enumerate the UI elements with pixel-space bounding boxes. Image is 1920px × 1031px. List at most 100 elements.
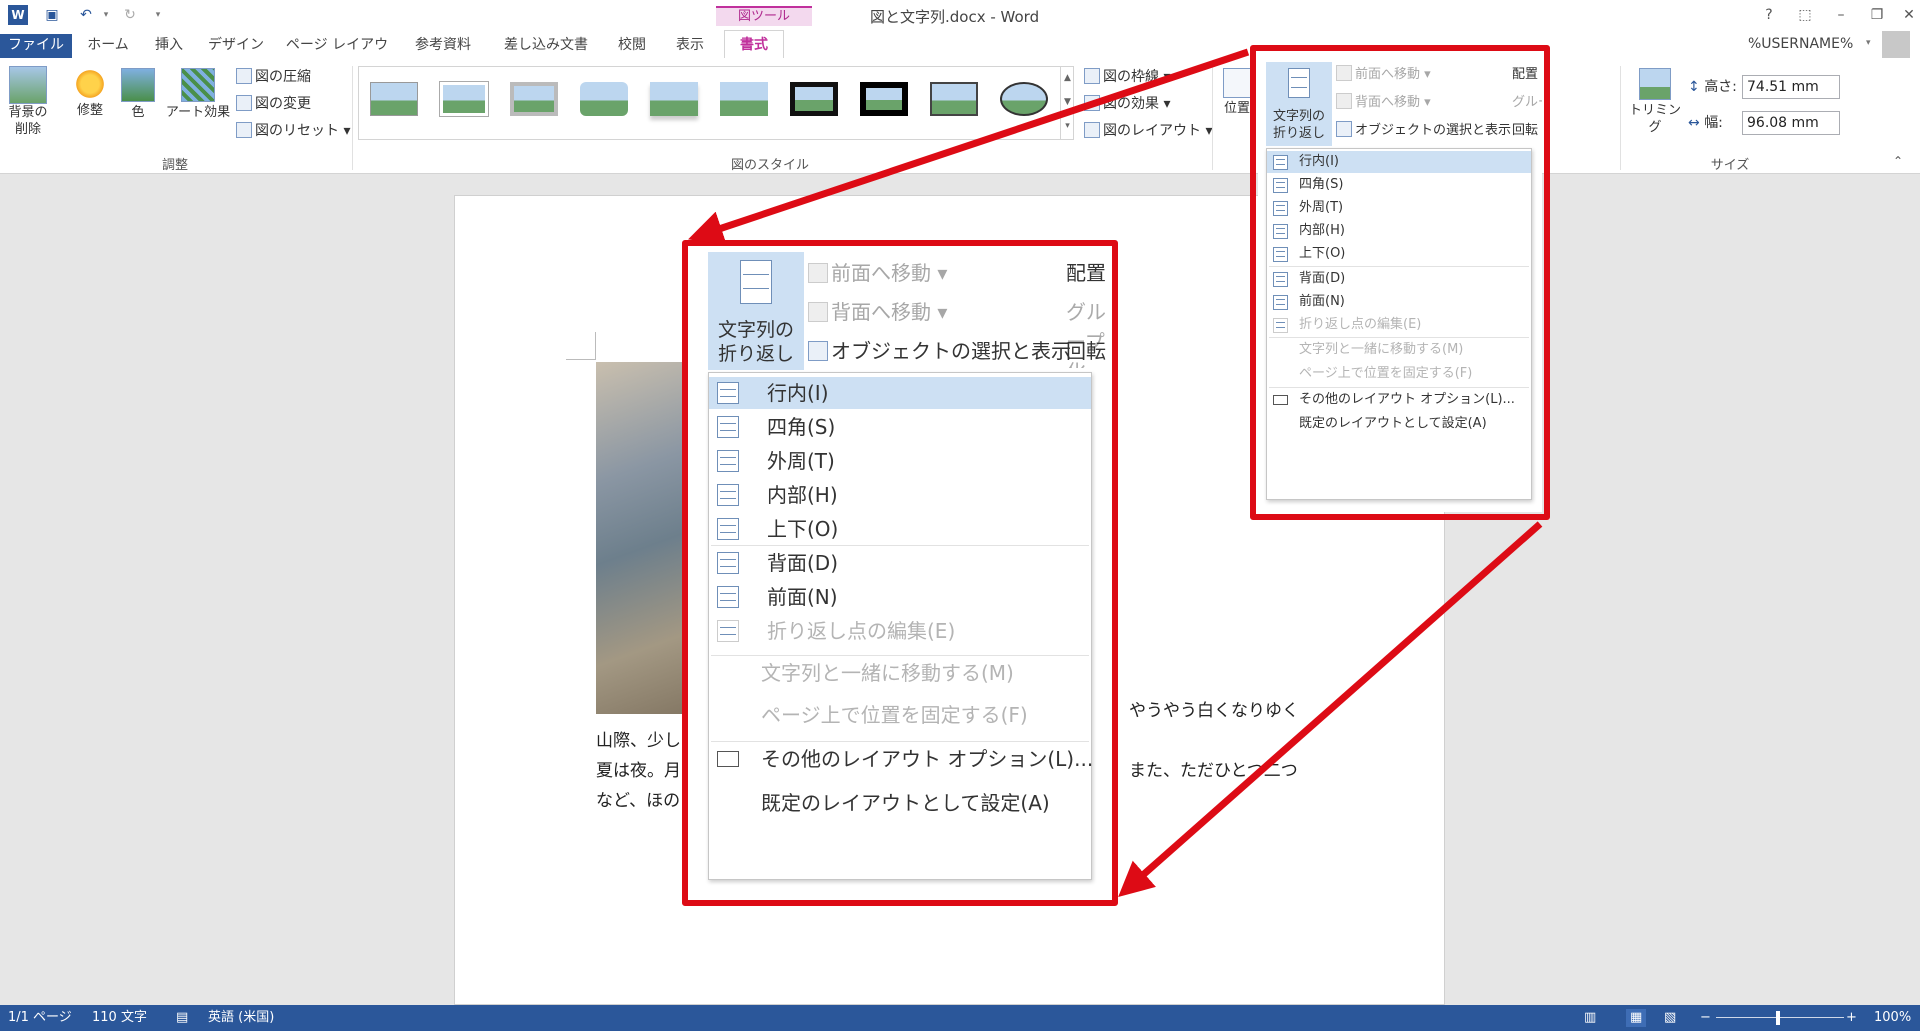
word-count[interactable]: 110 文字	[92, 1009, 147, 1027]
close-icon[interactable]: ✕	[1898, 5, 1920, 25]
collapse-ribbon-icon[interactable]: ⌃	[1893, 154, 1903, 168]
picture-border-icon	[1084, 68, 1100, 84]
style-thumbnail[interactable]	[510, 82, 558, 116]
zoom-level[interactable]: 100%	[1874, 1009, 1911, 1027]
width-input[interactable]: 96.08 mm	[1742, 111, 1840, 135]
width-label: ↔ 幅:	[1688, 112, 1723, 134]
style-thumbnail[interactable]	[650, 82, 698, 116]
margin-marker	[566, 332, 596, 360]
position-label: 位置	[1223, 101, 1250, 116]
reset-picture-button[interactable]: 図のリセット ▾	[236, 120, 350, 142]
style-thumbnail[interactable]	[370, 82, 418, 116]
adjust-group-label: 調整	[161, 158, 188, 173]
document-text-line: 山際、少し	[596, 731, 681, 751]
help-icon[interactable]: ?	[1758, 5, 1780, 25]
style-thumbnail[interactable]	[930, 82, 978, 116]
tab-insert[interactable]: 挿入	[144, 34, 194, 58]
tab-page-layout[interactable]: ページ レイアウト	[280, 34, 394, 75]
document-text-line: 。やうやう白くなりゆく	[1112, 701, 1299, 721]
compress-pictures-button[interactable]: 図の圧縮	[236, 66, 311, 88]
artistic-effects-icon	[181, 68, 215, 102]
picture-border-button[interactable]: 図の枠線 ▾	[1084, 66, 1170, 88]
style-thumbnail[interactable]	[860, 82, 908, 116]
size-group-label: サイズ	[1710, 158, 1750, 173]
style-thumbnail[interactable]	[720, 82, 768, 116]
change-picture-label: 図の変更	[255, 96, 311, 112]
color-label: 色	[131, 105, 145, 120]
style-thumbnail[interactable]	[440, 82, 488, 116]
crop-button[interactable]: トリミング	[1628, 66, 1682, 146]
read-mode-icon[interactable]: ▥	[1584, 1009, 1596, 1027]
height-label-text: 高さ:	[1704, 79, 1737, 95]
change-picture-icon	[236, 95, 252, 111]
tab-home[interactable]: ホーム	[78, 34, 138, 58]
tab-review[interactable]: 校閲	[608, 34, 656, 58]
remove-background-button[interactable]: 背景の 削除	[6, 66, 50, 146]
redo-icon[interactable]: ↻	[120, 5, 140, 25]
remove-background-icon	[9, 66, 47, 104]
proofing-icon[interactable]: ▤	[176, 1009, 188, 1027]
picture-layout-button[interactable]: 図のレイアウト ▾	[1084, 120, 1212, 142]
tab-view[interactable]: 表示	[664, 34, 716, 58]
width-label-text: 幅:	[1704, 115, 1723, 131]
ribbon-separator	[1212, 66, 1213, 170]
compress-icon	[236, 68, 252, 84]
height-label: ↕ 高さ:	[1688, 76, 1737, 98]
customize-qat-icon[interactable]: ▾	[148, 5, 168, 25]
tab-mailings[interactable]: 差し込み文書	[494, 34, 598, 58]
tab-design[interactable]: デザイン	[202, 34, 270, 58]
status-bar: 1/1 ページ 110 文字 ▤ 英語 (米国) ▥ ▦ ▧ − + 100%	[0, 1005, 1920, 1031]
word-logo-icon[interactable]: W	[8, 5, 28, 25]
restore-icon[interactable]: ❐	[1866, 5, 1888, 25]
width-icon: ↔	[1688, 115, 1700, 131]
style-thumbnail[interactable]	[790, 82, 838, 116]
style-thumbnail[interactable]	[1000, 82, 1048, 116]
crop-label: トリミング	[1628, 103, 1681, 135]
style-thumbnail[interactable]	[580, 82, 628, 116]
zoom-slider[interactable]	[1716, 1017, 1844, 1018]
corrections-button[interactable]: 修整	[70, 66, 110, 146]
document-text-line: など、ほの	[596, 791, 681, 811]
picture-effects-label: 図の効果	[1103, 96, 1159, 112]
save-icon[interactable]: ▣	[42, 5, 62, 25]
crop-icon	[1639, 68, 1671, 100]
tab-format[interactable]: 書式	[724, 30, 784, 59]
undo-dropdown-icon[interactable]: ▾	[96, 5, 116, 25]
zoom-in-icon[interactable]: +	[1846, 1009, 1857, 1027]
picture-layout-icon	[1084, 122, 1100, 138]
callout-box-small	[1250, 45, 1550, 520]
sun-icon	[74, 68, 106, 100]
corrections-label: 修整	[76, 103, 103, 118]
change-picture-button[interactable]: 図の変更	[236, 93, 311, 115]
ribbon-display-icon[interactable]: ⬚	[1794, 5, 1816, 25]
picture-tools-label: 図ツール	[716, 6, 812, 26]
artistic-effects-button[interactable]: アート効果	[162, 66, 234, 146]
print-layout-icon[interactable]: ▦	[1626, 1009, 1647, 1027]
picture-effects-icon	[1084, 95, 1100, 111]
color-button[interactable]: 色	[118, 66, 158, 146]
reset-picture-label: 図のリセット	[255, 123, 339, 139]
zoom-slider-thumb[interactable]	[1776, 1011, 1780, 1025]
position-icon	[1223, 68, 1251, 98]
web-layout-icon[interactable]: ▧	[1664, 1009, 1676, 1027]
avatar[interactable]	[1882, 31, 1910, 59]
document-text-line: 。また、ただひとつ二つ	[1112, 761, 1298, 781]
user-name[interactable]: %USERNAME%	[1748, 36, 1853, 52]
language-status[interactable]: 英語 (米国)	[208, 1009, 274, 1027]
height-input[interactable]: 74.51 mm	[1742, 75, 1840, 99]
page-count[interactable]: 1/1 ページ	[8, 1009, 72, 1027]
user-dropdown-icon[interactable]: ▾	[1866, 38, 1871, 48]
minimize-icon[interactable]: –	[1830, 5, 1852, 25]
callout-box-large	[682, 240, 1118, 906]
reset-picture-icon	[236, 122, 252, 138]
undo-icon[interactable]: ↶	[76, 5, 96, 25]
window-title: 図と文字列.docx - Word	[870, 8, 1040, 26]
position-button[interactable]: 位置	[1220, 66, 1254, 146]
ribbon-separator	[1620, 66, 1621, 170]
picture-effects-button[interactable]: 図の効果 ▾	[1084, 93, 1170, 115]
document-text-line: 夏は夜。月	[596, 761, 681, 781]
zoom-out-icon[interactable]: −	[1700, 1009, 1711, 1027]
gallery-scroll-icon[interactable]: ▲ ▼ ▾	[1060, 66, 1074, 140]
tab-references[interactable]: 参考資料	[404, 34, 482, 58]
tab-file[interactable]: ファイル	[0, 34, 72, 58]
